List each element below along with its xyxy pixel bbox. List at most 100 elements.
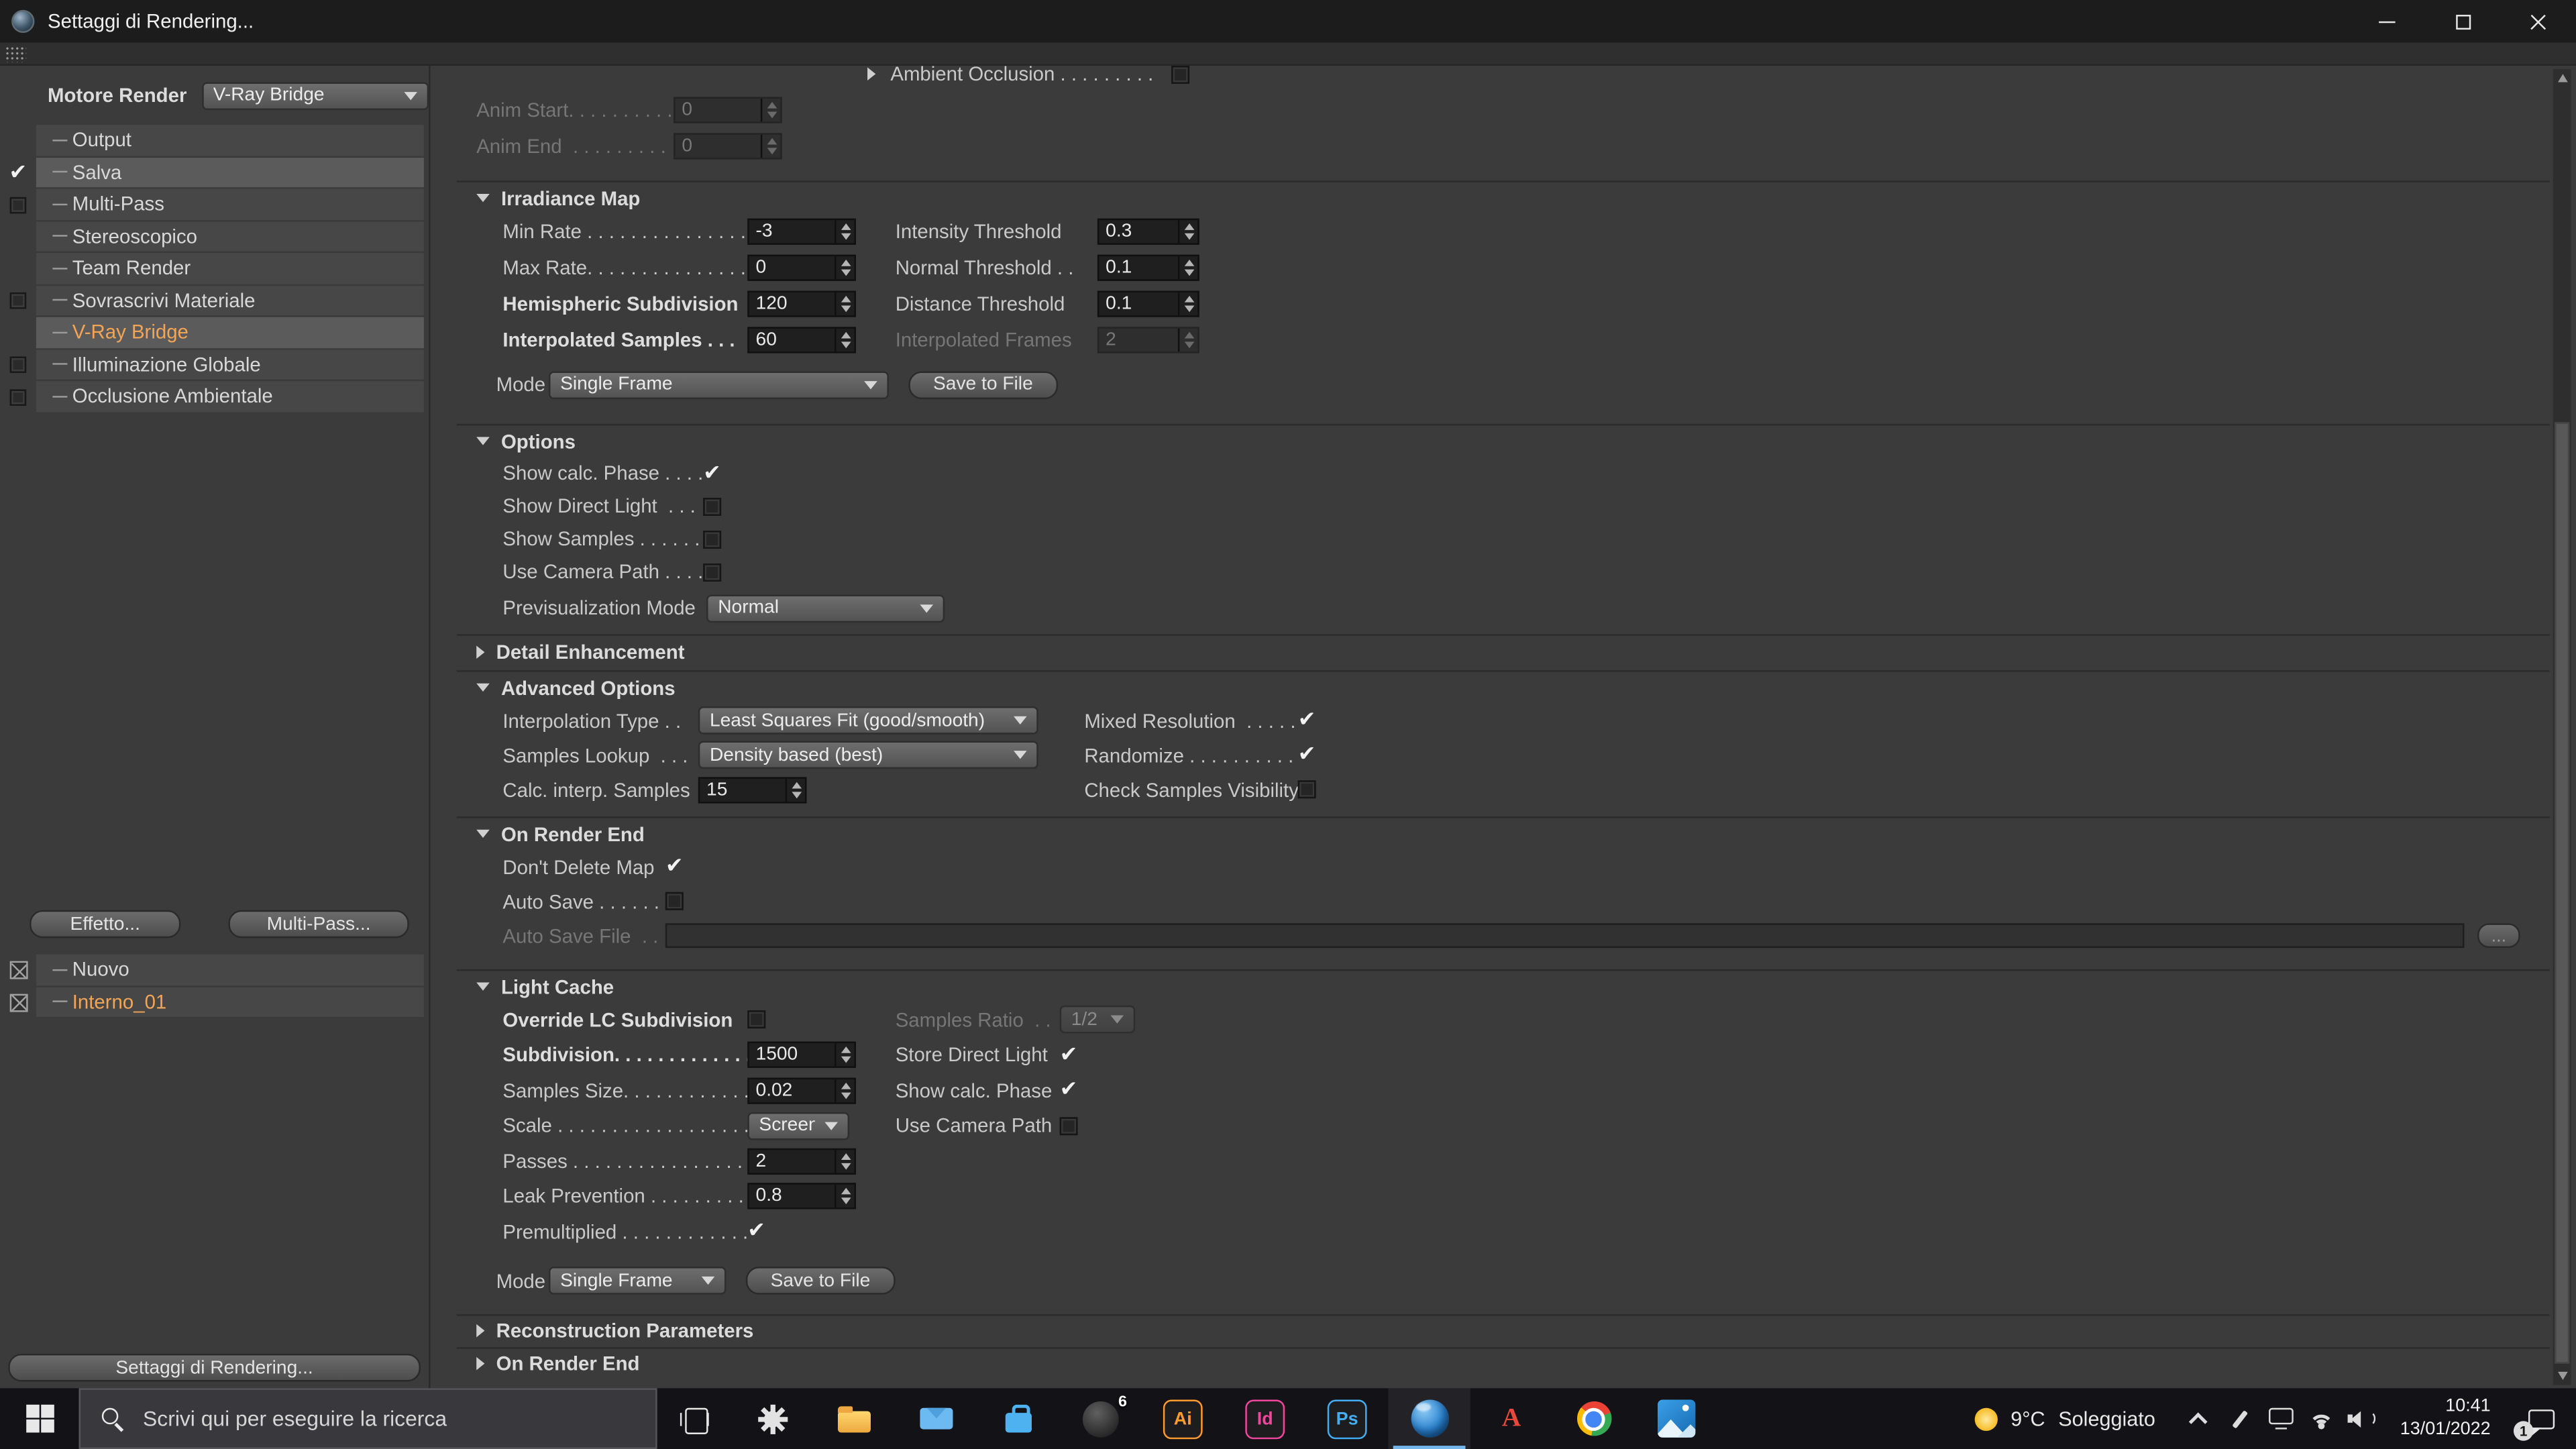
section-irradiance-map[interactable]: Irradiance Map xyxy=(457,180,2550,213)
sidebar-item-team-render[interactable]: Team Render xyxy=(0,253,429,285)
cinema4d-app-button[interactable] xyxy=(1388,1388,1470,1449)
collapsed-triangle-icon[interactable] xyxy=(867,67,875,80)
previsualization-mode-dropdown[interactable]: Normal xyxy=(706,594,945,622)
sovrascrivi-checkbox[interactable] xyxy=(10,293,26,309)
spinner-arrows-icon[interactable] xyxy=(835,256,854,279)
lc-show-calc-phase-checkbox[interactable] xyxy=(1060,1081,1078,1099)
salva-checkbox[interactable] xyxy=(9,164,27,182)
browse-button[interactable]: ... xyxy=(2477,923,2520,948)
interpolation-type-dropdown[interactable]: Least Squares Fit (good/smooth) xyxy=(698,706,1038,735)
display-tray-button[interactable] xyxy=(2261,1388,2302,1449)
start-button[interactable] xyxy=(0,1388,79,1449)
irradiance-mode-dropdown[interactable]: Single Frame xyxy=(549,370,889,398)
render-engine-dropdown[interactable]: V-Ray Bridge xyxy=(201,81,429,109)
auto-save-file-field[interactable] xyxy=(665,923,2465,948)
volume-tray-button[interactable] xyxy=(2343,1388,2383,1449)
preset-item-interno-01[interactable]: Interno_01 xyxy=(0,987,429,1019)
render-settings-menu-button[interactable]: Settaggi di Rendering... xyxy=(8,1354,421,1382)
drag-grip-icon[interactable] xyxy=(5,45,26,61)
app-with-badge-button[interactable]: 6 xyxy=(1060,1388,1142,1449)
spinner-arrows-icon[interactable] xyxy=(835,1185,854,1208)
scroll-up-button[interactable] xyxy=(2553,69,2571,87)
pen-tray-button[interactable] xyxy=(2219,1388,2260,1449)
scroll-down-button[interactable] xyxy=(2553,1367,2571,1385)
action-center-button[interactable]: 1 xyxy=(2507,1388,2576,1449)
spinner-arrows-icon[interactable] xyxy=(761,99,780,121)
samples-lookup-dropdown[interactable]: Density based (best) xyxy=(698,741,1038,769)
spinner-arrows-icon[interactable] xyxy=(835,220,854,243)
autocad-app-button[interactable]: A xyxy=(1470,1388,1552,1449)
sidebar-item-illuminazione-globale[interactable]: Illuminazione Globale xyxy=(0,349,429,381)
sidebar-item-vray-bridge[interactable]: V-Ray Bridge xyxy=(0,317,429,350)
spinner-arrows-icon[interactable] xyxy=(786,778,805,801)
ambient-occlusion-checkbox[interactable] xyxy=(1171,66,1189,83)
maximize-button[interactable] xyxy=(2425,0,2501,43)
task-view-button[interactable] xyxy=(657,1388,731,1449)
spinner-arrows-icon[interactable] xyxy=(835,1044,854,1067)
override-lc-subdivision-checkbox[interactable] xyxy=(747,1011,765,1029)
spinner-arrows-icon[interactable] xyxy=(835,1079,854,1102)
sidebar-item-sovrascrivi-materiale[interactable]: Sovrascrivi Materiale xyxy=(0,285,429,317)
spinner-arrows-icon[interactable] xyxy=(1178,256,1197,279)
passes-spinner[interactable]: 2 xyxy=(747,1148,856,1174)
photoshop-app-button[interactable]: Ps xyxy=(1306,1388,1388,1449)
minimize-button[interactable] xyxy=(2349,0,2425,43)
illustrator-app-button[interactable]: Ai xyxy=(1142,1388,1224,1449)
light-cache-save-to-file-button[interactable]: Save to File xyxy=(746,1267,895,1295)
section-on-render-end-2[interactable]: On Render End xyxy=(457,1346,2550,1379)
check-samples-visibility-checkbox[interactable] xyxy=(1298,780,1316,798)
multi-pass-checkbox[interactable] xyxy=(10,197,26,213)
vertical-scrollbar[interactable] xyxy=(2553,69,2571,1385)
illuminazione-checkbox[interactable] xyxy=(10,357,26,373)
scale-dropdown[interactable]: Screen xyxy=(747,1112,849,1140)
randomize-checkbox[interactable] xyxy=(1298,746,1316,764)
settings-app-button[interactable] xyxy=(731,1388,813,1449)
taskbar-search[interactable]: Scrivi qui per eseguire la ricerca xyxy=(79,1388,657,1449)
section-light-cache[interactable]: Light Cache xyxy=(457,969,2550,1002)
taskbar-clock[interactable]: 10:41 13/01/2022 xyxy=(2383,1397,2507,1441)
tray-expand-button[interactable] xyxy=(2178,1388,2219,1449)
spinner-arrows-icon[interactable] xyxy=(1178,329,1197,352)
section-advanced-options[interactable]: Advanced Options xyxy=(457,670,2550,703)
preset-item-nuovo[interactable]: Nuovo xyxy=(0,955,429,987)
section-options[interactable]: Options xyxy=(457,424,2550,457)
sidebar-item-output[interactable]: Output xyxy=(0,125,429,157)
max-rate-spinner[interactable]: 0 xyxy=(747,255,856,281)
leak-prevention-spinner[interactable]: 0.8 xyxy=(747,1183,856,1210)
spinner-arrows-icon[interactable] xyxy=(761,135,780,158)
occlusione-checkbox[interactable] xyxy=(10,389,26,405)
anim-end-spinner[interactable]: 0 xyxy=(674,133,782,159)
lc-use-camera-path-checkbox[interactable] xyxy=(1060,1117,1078,1135)
effect-button[interactable]: Effetto... xyxy=(30,910,180,938)
interpolated-samples-spinner[interactable]: 60 xyxy=(747,327,856,353)
photos-app-button[interactable] xyxy=(1635,1388,1717,1449)
irradiance-save-to-file-button[interactable]: Save to File xyxy=(908,370,1057,398)
spinner-arrows-icon[interactable] xyxy=(1178,220,1197,243)
chrome-app-button[interactable] xyxy=(1552,1388,1634,1449)
weather-widget[interactable]: 9°C Soleggiato xyxy=(1951,1388,2178,1449)
close-button[interactable] xyxy=(2500,0,2576,43)
mail-app-button[interactable] xyxy=(896,1388,977,1449)
show-calc-phase-checkbox[interactable] xyxy=(703,464,721,482)
spinner-arrows-icon[interactable] xyxy=(835,329,854,352)
samples-size-spinner[interactable]: 0.02 xyxy=(747,1077,856,1104)
samples-ratio-dropdown[interactable]: 1/2 xyxy=(1060,1006,1136,1034)
spinner-arrows-icon[interactable] xyxy=(835,1150,854,1173)
sidebar-item-multi-pass[interactable]: Multi-Pass xyxy=(0,189,429,221)
network-tray-button[interactable] xyxy=(2302,1388,2343,1449)
premultiplied-checkbox[interactable] xyxy=(747,1223,765,1241)
interpolated-frames-spinner[interactable]: 2 xyxy=(1097,327,1199,353)
indesign-app-button[interactable]: Id xyxy=(1224,1388,1305,1449)
light-cache-mode-dropdown[interactable]: Single Frame xyxy=(549,1267,726,1295)
show-samples-checkbox[interactable] xyxy=(703,530,721,548)
intensity-threshold-spinner[interactable]: 0.3 xyxy=(1097,219,1199,245)
spinner-arrows-icon[interactable] xyxy=(1178,292,1197,315)
anim-start-spinner[interactable]: 0 xyxy=(674,97,782,123)
multipass-button[interactable]: Multi-Pass... xyxy=(228,910,409,938)
mixed-resolution-checkbox[interactable] xyxy=(1298,711,1316,729)
sidebar-item-stereoscopico[interactable]: Stereoscopico xyxy=(0,221,429,253)
section-on-render-end[interactable]: On Render End xyxy=(457,816,2550,849)
store-direct-light-checkbox[interactable] xyxy=(1060,1046,1078,1064)
sidebar-item-occlusione-ambientale[interactable]: Occlusione Ambientale xyxy=(0,381,429,413)
store-app-button[interactable] xyxy=(977,1388,1059,1449)
